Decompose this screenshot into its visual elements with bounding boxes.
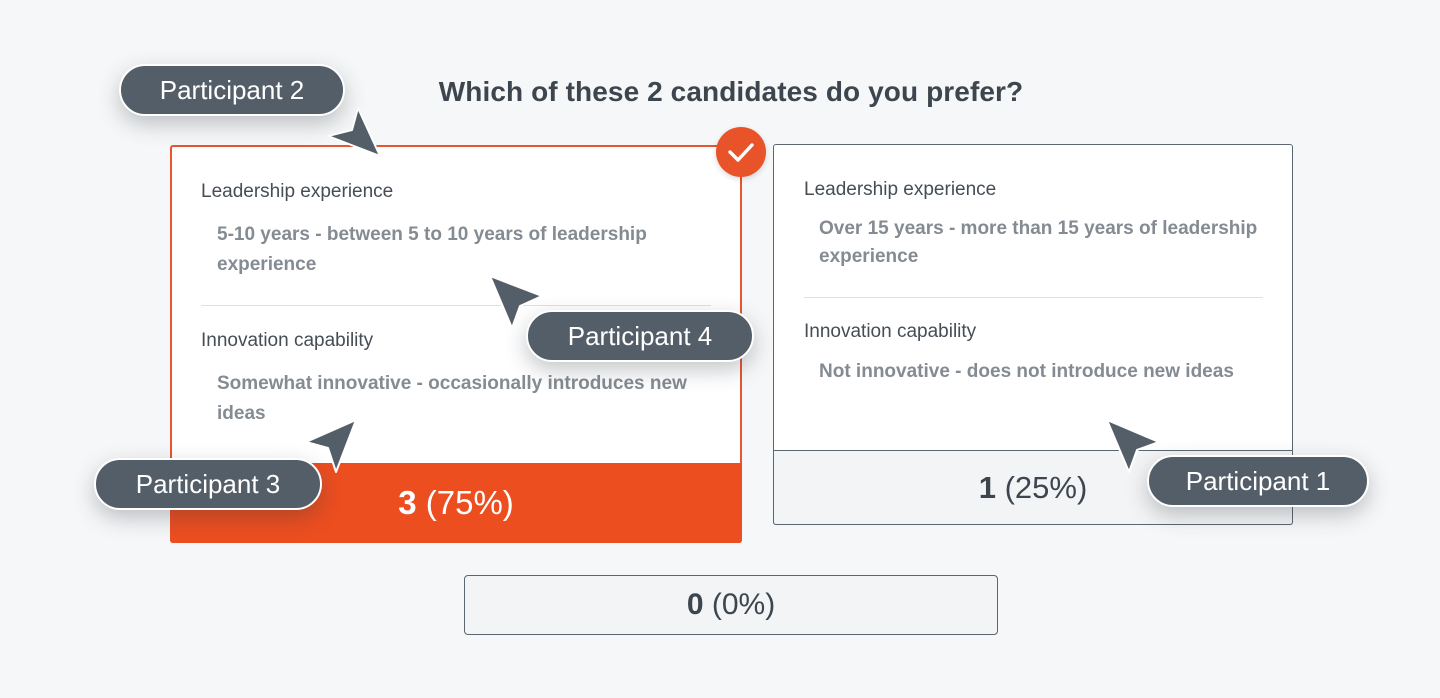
divider [201, 305, 711, 306]
attribute-value: 5-10 years - between 5 to 10 years of le… [217, 224, 647, 275]
attribute-label: Leadership experience [804, 179, 997, 200]
vote-percent: (25%) [1004, 470, 1088, 505]
vote-percent: (75%) [425, 484, 514, 521]
attribute-label: Leadership experience [201, 181, 394, 202]
participant-label-4: Participant 4 [526, 310, 754, 362]
participant-label-2: Participant 2 [119, 64, 345, 116]
vote-count: 3 [398, 484, 417, 521]
vote-count: 1 [978, 470, 996, 505]
vote-percent: (0%) [711, 588, 776, 621]
divider [804, 297, 1263, 298]
attribute-value: Somewhat innovative - occasionally intro… [217, 373, 687, 424]
check-icon [716, 127, 766, 177]
attribute-label: Innovation capability [201, 330, 374, 351]
attribute-value: Not innovative - does not introduce new … [819, 361, 1234, 382]
vote-count: 0 [686, 588, 704, 621]
participant-label-3: Participant 3 [94, 458, 322, 510]
attribute-label: Innovation capability [804, 321, 977, 342]
participant-label-1: Participant 1 [1147, 455, 1369, 507]
attribute-value: Over 15 years - more than 15 years of le… [819, 218, 1258, 267]
result-bar-no-preference[interactable]: 0 (0%) [464, 575, 998, 635]
